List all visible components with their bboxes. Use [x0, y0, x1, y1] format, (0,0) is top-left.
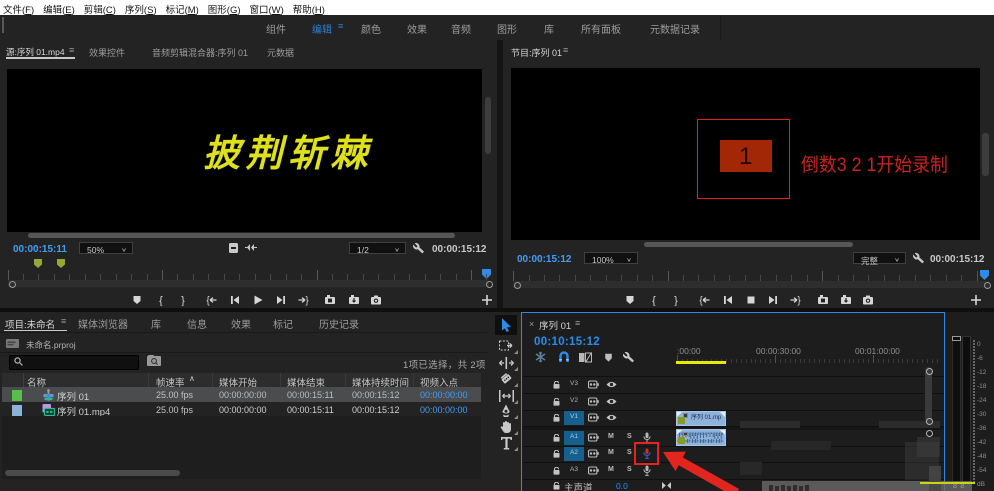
svg-text:}: } — [305, 296, 309, 307]
svg-text:{: { — [652, 295, 656, 306]
svg-text:}: } — [797, 296, 801, 307]
svg-text:{: { — [206, 296, 210, 307]
svg-text:{: { — [699, 296, 703, 307]
svg-text:}: } — [674, 295, 678, 306]
svg-text:{: { — [159, 295, 163, 306]
svg-text:}: } — [181, 295, 185, 306]
